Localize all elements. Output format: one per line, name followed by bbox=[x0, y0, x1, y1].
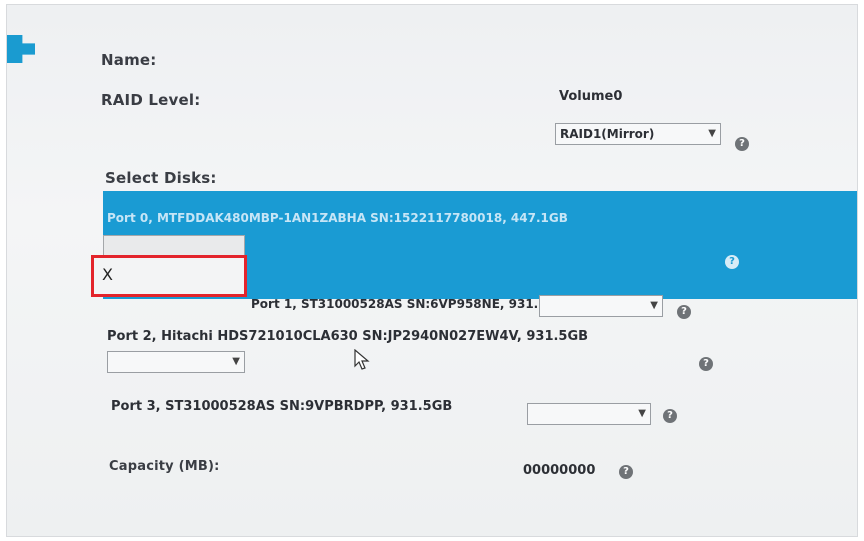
raid-level-help-icon[interactable]: ? bbox=[735, 137, 749, 151]
select-disks-label: Select Disks: bbox=[105, 169, 217, 187]
port1-select[interactable]: ▼ bbox=[539, 295, 663, 317]
port3-select[interactable]: ▼ bbox=[527, 403, 651, 425]
disk-port1-label: Port 1, ST31000528AS SN:6VP958NE, 931.5G… bbox=[251, 297, 566, 311]
port3-help-icon[interactable]: ? bbox=[663, 409, 677, 423]
chevron-down-icon: ▼ bbox=[232, 356, 240, 367]
port2-help-icon[interactable]: ? bbox=[699, 357, 713, 371]
annotation-highlight-box bbox=[91, 255, 247, 297]
capacity-value[interactable]: 00000000 bbox=[523, 463, 595, 478]
disk-port0-label: Port 0, MTFDDAK480MBP-1AN1ZABHA SN:15221… bbox=[107, 211, 568, 225]
raid-level-select[interactable]: RAID1(Mirror) ▼ bbox=[555, 123, 721, 145]
chevron-down-icon: ▼ bbox=[638, 408, 646, 419]
name-label: Name: bbox=[101, 51, 157, 69]
mouse-cursor-icon bbox=[354, 349, 370, 370]
disk-port2-label: Port 2, Hitachi HDS721010CLA630 SN:JP294… bbox=[107, 329, 589, 344]
capacity-label: Capacity (MB): bbox=[109, 459, 220, 474]
port2-select[interactable]: ▼ bbox=[107, 351, 245, 373]
raid-level-label: RAID Level: bbox=[101, 91, 201, 109]
chevron-down-icon: ▼ bbox=[650, 300, 658, 311]
chevron-down-icon: ▼ bbox=[708, 128, 716, 139]
volume-name-value[interactable]: Volume0 bbox=[559, 89, 622, 104]
raid-level-select-value: RAID1(Mirror) bbox=[560, 127, 655, 141]
capacity-help-icon[interactable]: ? bbox=[619, 465, 633, 479]
disk-port3-label: Port 3, ST31000528AS SN:9VPBRDPP, 931.5G… bbox=[111, 399, 453, 414]
port1-help-icon[interactable]: ? bbox=[677, 305, 691, 319]
port0-help-icon[interactable]: ? bbox=[725, 255, 739, 269]
back-tab-icon[interactable] bbox=[7, 35, 35, 63]
raid-config-screen: Name: RAID Level: Volume0 RAID1(Mirror) … bbox=[6, 4, 858, 537]
